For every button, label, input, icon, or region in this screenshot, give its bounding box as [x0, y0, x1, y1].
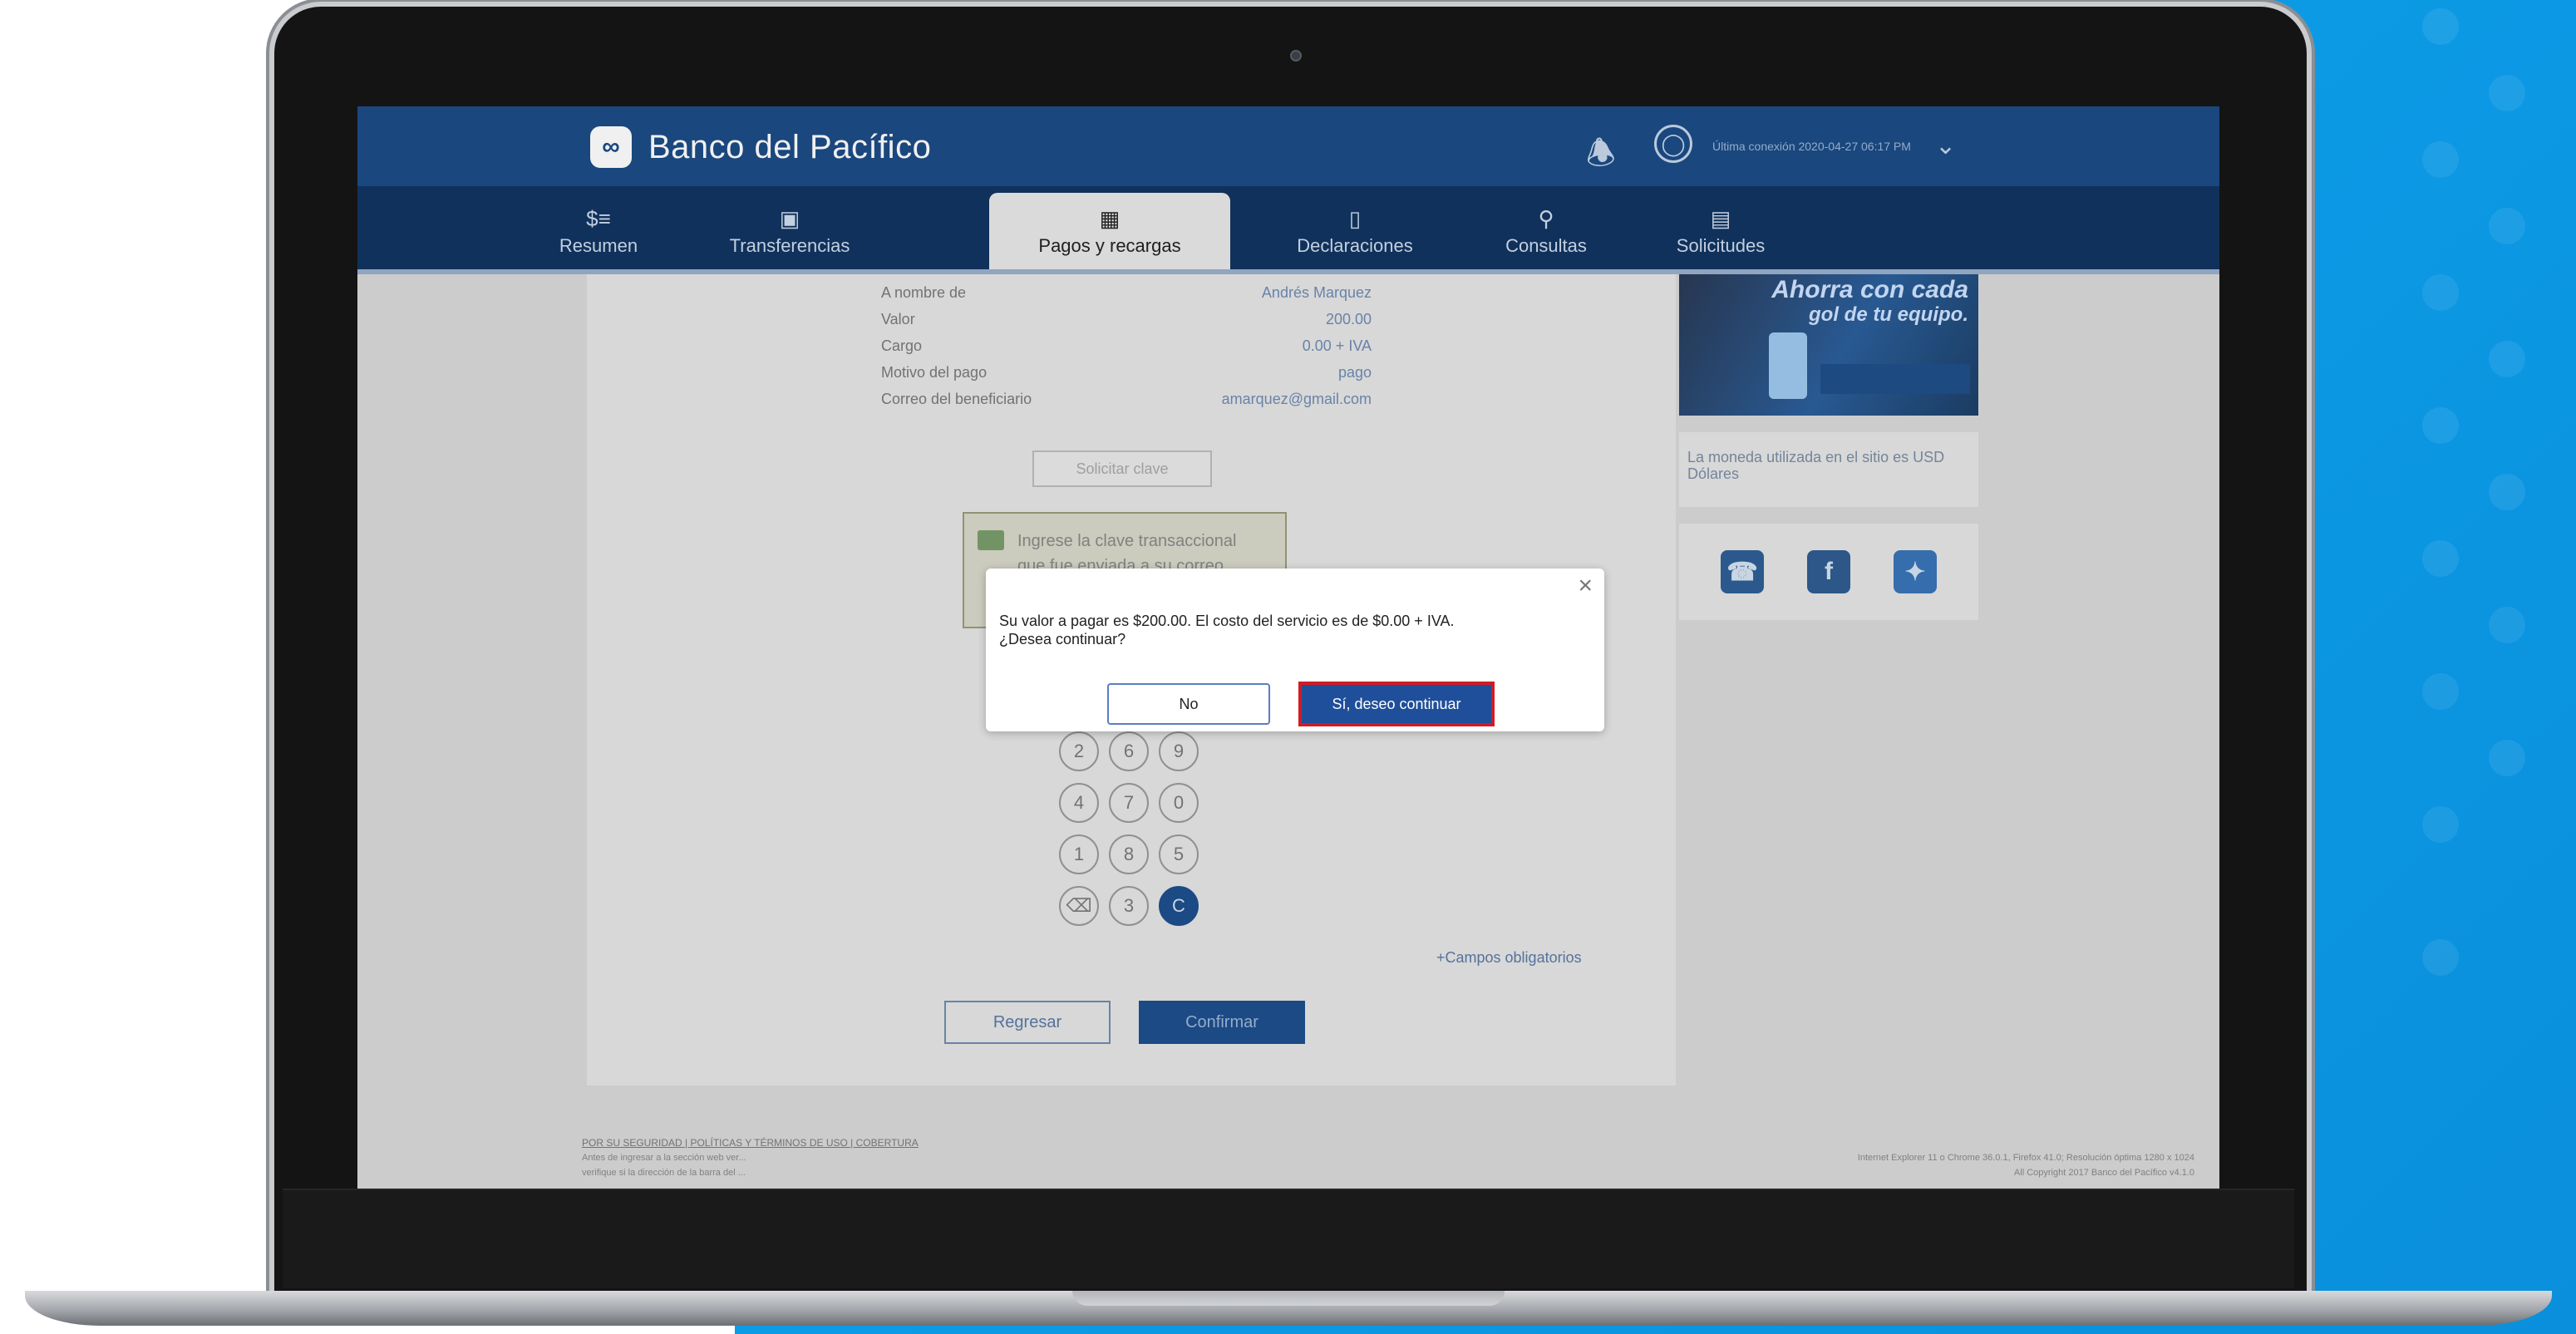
background-dot: [2489, 208, 2525, 244]
background-dot: [2422, 274, 2459, 311]
background-dot: [2422, 407, 2459, 444]
dialog-message-line: Su valor a pagar es $200.00. El costo de…: [999, 613, 1455, 629]
background-dot: [2489, 75, 2525, 111]
camera: [1290, 50, 1302, 62]
background-dot: [2422, 806, 2459, 843]
laptop-notch: [1072, 1291, 1505, 1306]
background-dot: [2422, 540, 2459, 577]
confirmation-dialog: × Su valor a pagar es $200.00. El costo …: [986, 569, 1604, 731]
no-button[interactable]: No: [1107, 683, 1270, 725]
yes-continue-button[interactable]: Sí, deseo continuar: [1298, 682, 1495, 726]
background-dot: [2489, 607, 2525, 643]
close-icon[interactable]: ×: [1578, 573, 1593, 598]
background-dot: [2489, 474, 2525, 510]
background-dot: [2489, 740, 2525, 776]
laptop-bottom-bezel: [283, 1189, 2294, 1288]
background-dot: [2489, 341, 2525, 377]
dialog-message-line: ¿Desea continuar?: [999, 631, 1126, 647]
app-screen: ∞ Banco del Pacífico 🕭 ◯ Última conexión…: [357, 106, 2219, 1192]
background-dot: [2422, 939, 2459, 976]
dialog-message: Su valor a pagar es $200.00. El costo de…: [999, 612, 1581, 648]
background-dot: [2422, 141, 2459, 178]
background-dot: [2422, 673, 2459, 710]
background-dot: [2422, 8, 2459, 45]
